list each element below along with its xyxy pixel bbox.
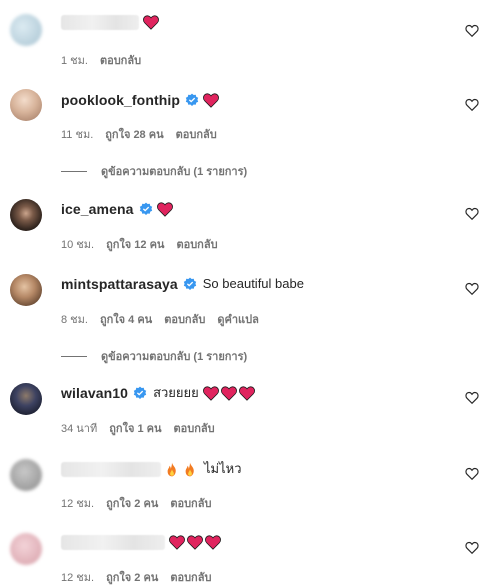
red-heart-emoji <box>143 15 159 30</box>
heart-outline-icon[interactable] <box>465 467 479 481</box>
red-heart-emoji <box>220 385 237 401</box>
red-heart-emoji <box>203 92 219 108</box>
view-replies-label: ดูข้อความตอบกลับ (1 รายการ) <box>101 351 248 363</box>
view-replies-button[interactable]: ดูข้อความตอบกลับ (1 รายการ) <box>61 162 247 180</box>
view-replies-button[interactable]: ดูข้อความตอบกลับ (1 รายการ) <box>61 347 247 365</box>
reply-button[interactable]: ตอบกลับ <box>100 51 141 69</box>
likes-count[interactable]: ถูกใจ 2 คน <box>106 494 158 512</box>
fire-emoji <box>185 462 194 476</box>
username-link[interactable]: ice_amena <box>61 200 134 218</box>
comment-timestamp: 34 นาที <box>61 423 98 435</box>
comment-text: สวยยยย <box>153 385 199 400</box>
heart-outline-icon[interactable] <box>465 541 479 555</box>
fire-emoji <box>167 462 176 476</box>
heart-outline-icon[interactable] <box>465 24 479 38</box>
heart-emoji-group <box>143 15 159 30</box>
comment-timestamp: 11 ชม. <box>61 129 94 141</box>
comment-timestamp: 1 ชม. <box>61 55 88 67</box>
heart-outline-icon[interactable] <box>465 98 479 112</box>
red-heart-emoji <box>205 535 221 550</box>
verified-badge-icon <box>183 277 196 290</box>
verified-badge-icon <box>133 386 147 399</box>
view-replies-label: ดูข้อความตอบกลับ (1 รายการ) <box>101 166 248 178</box>
avatar[interactable] <box>10 274 42 306</box>
heart-outline-icon[interactable] <box>465 282 479 296</box>
red-heart-emoji <box>156 201 173 217</box>
likes-count[interactable]: ถูกใจ 4 คน <box>100 310 152 328</box>
avatar[interactable] <box>10 199 42 231</box>
avatar[interactable] <box>10 459 42 491</box>
reply-button[interactable]: ตอบกลับ <box>174 419 215 437</box>
verified-badge-icon <box>185 93 199 106</box>
reply-button[interactable]: ตอบกลับ <box>176 125 217 143</box>
heart-emoji-group <box>169 535 221 550</box>
avatar[interactable] <box>10 383 42 415</box>
verified-badge-icon <box>139 202 152 215</box>
red-heart-emoji <box>187 535 203 550</box>
likes-count[interactable]: ถูกใจ 2 คน <box>106 568 158 586</box>
divider-line <box>61 355 87 357</box>
comment-timestamp: 12 ชม. <box>61 572 95 584</box>
likes-count[interactable]: ถูกใจ 28 คน <box>105 125 163 143</box>
reply-button[interactable]: ตอบกลับ <box>176 235 217 253</box>
fire-emoji-group <box>164 462 198 477</box>
red-heart-emoji <box>238 385 255 401</box>
heart-outline-icon[interactable] <box>465 391 479 405</box>
comment-timestamp: 10 ชม. <box>61 239 95 251</box>
username-link[interactable]: pooklook_fonthip <box>61 91 180 109</box>
red-heart-emoji <box>169 535 185 550</box>
avatar[interactable] <box>10 14 42 46</box>
reply-button[interactable]: ตอบกลับ <box>170 568 211 586</box>
blurred-username[interactable] <box>61 461 161 477</box>
reply-button[interactable]: ตอบกลับ <box>164 310 205 328</box>
blurred-username[interactable] <box>61 15 139 30</box>
comment-text: ไม่ไหว <box>204 461 242 476</box>
avatar[interactable] <box>10 89 42 121</box>
red-heart-emoji <box>202 385 219 401</box>
translate-button[interactable]: ดูคำแปล <box>217 310 259 328</box>
comment-text: So beautiful babe <box>202 276 304 291</box>
blurred-username[interactable] <box>61 535 165 550</box>
divider-line <box>61 170 87 172</box>
heart-emoji-group <box>202 385 255 401</box>
username-link[interactable]: wilavan10 <box>61 384 128 402</box>
comment-timestamp: 12 ชม. <box>61 498 95 510</box>
comment-timestamp: 8 ชม. <box>61 314 88 326</box>
heart-emoji-group <box>156 201 173 217</box>
heart-outline-icon[interactable] <box>465 207 479 221</box>
likes-count[interactable]: ถูกใจ 12 คน <box>106 235 164 253</box>
likes-count[interactable]: ถูกใจ 1 คน <box>109 419 161 437</box>
heart-emoji-group <box>203 92 219 108</box>
avatar[interactable] <box>10 533 42 565</box>
reply-button[interactable]: ตอบกลับ <box>170 494 211 512</box>
username-link[interactable]: mintspattarasaya <box>61 275 178 293</box>
